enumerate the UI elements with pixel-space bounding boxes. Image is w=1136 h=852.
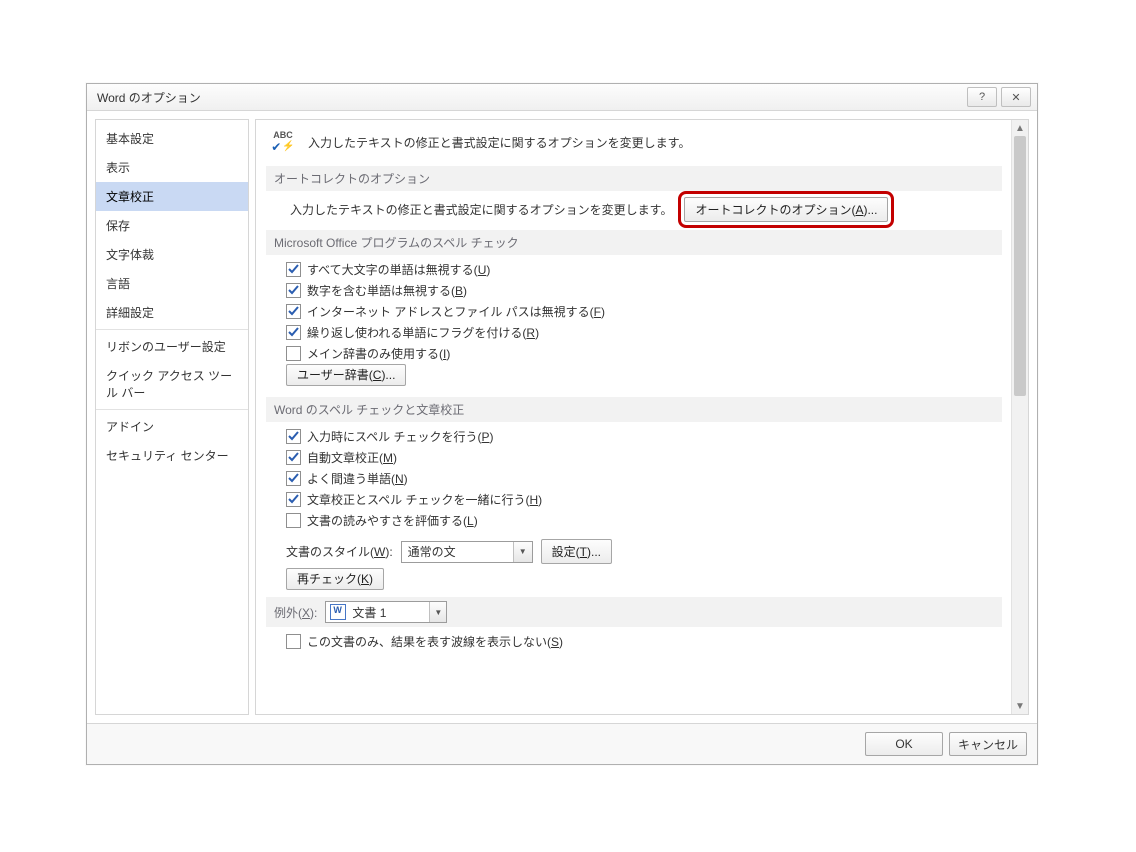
word-options-dialog: Word のオプション ? ✕ 基本設定 表示 文章校正 保存 文字体裁 言語 … [86,83,1038,765]
checkbox-ignore-urls[interactable]: インターネット アドレスとファイル パスは無視する(F) [286,303,1002,320]
checkbox-icon [286,283,301,298]
section-autocorrect-title: オートコレクトのオプション [266,166,1002,191]
vertical-scrollbar[interactable]: ▲ ▼ [1011,120,1028,714]
checkbox-frequently-confused[interactable]: よく間違う単語(N) [286,470,1002,487]
titlebar: Word のオプション ? ✕ [87,84,1037,111]
checkbox-icon [286,492,301,507]
checkbox-icon [286,513,301,528]
sidebar-item-qat[interactable]: クイック アクセス ツール バー [96,361,248,407]
dialog-body: 基本設定 表示 文章校正 保存 文字体裁 言語 詳細設定 リボンのユーザー設定 … [87,111,1037,723]
proofing-icon: ABC ✔ ⚡ [266,128,300,156]
cancel-button[interactable]: キャンセル [949,732,1027,756]
checkbox-icon [286,634,301,649]
scroll-up-icon[interactable]: ▲ [1012,120,1028,136]
page-header-text: 入力したテキストの修正と書式設定に関するオプションを変更します。 [308,128,690,151]
exceptions-document-select[interactable]: 文書 1 ▼ [325,601,447,623]
content-wrapper: ABC ✔ ⚡ 入力したテキストの修正と書式設定に関するオプションを変更します。… [255,119,1029,715]
sidebar-item-basic[interactable]: 基本設定 [96,124,248,153]
sidebar-separator [96,329,248,330]
recheck-button[interactable]: 再チェック(K) [286,568,384,590]
checkbox-check-grammar-with-spelling[interactable]: 文章校正とスペル チェックを一緒に行う(H) [286,491,1002,508]
scroll-down-icon[interactable]: ▼ [1012,698,1028,714]
writing-style-row: 文書のスタイル(W): 通常の文 ▼ 設定(T)... [286,539,1002,564]
section-spellprog-title: Microsoft Office プログラムのスペル チェック [266,230,1002,255]
exceptions-document-value: 文書 1 [346,604,429,621]
bolt-icon: ⚡ [282,142,294,152]
sidebar-item-save[interactable]: 保存 [96,211,248,240]
scroll-thumb[interactable] [1014,136,1026,396]
sidebar-item-addins[interactable]: アドイン [96,412,248,441]
section-wordspell-title: Word のスペル チェックと文章校正 [266,397,1002,422]
proofing-icon-under: ✔ ⚡ [271,141,295,153]
checkbox-icon [286,450,301,465]
content-panel: ABC ✔ ⚡ 入力したテキストの修正と書式設定に関するオプションを変更します。… [256,120,1012,714]
checkbox-main-dict-only[interactable]: メイン辞書のみ使用する(I) [286,345,1002,362]
close-button[interactable]: ✕ [1001,87,1031,107]
sidebar-item-display[interactable]: 表示 [96,153,248,182]
checkbox-icon [286,304,301,319]
custom-dictionaries-button[interactable]: ユーザー辞書(C)... [286,364,406,386]
checkbox-flag-repeated[interactable]: 繰り返し使われる単語にフラグを付ける(R) [286,324,1002,341]
sidebar-item-typography[interactable]: 文字体裁 [96,240,248,269]
settings-button[interactable]: 設定(T)... [541,539,612,564]
help-button[interactable]: ? [967,87,997,107]
checkbox-readability[interactable]: 文書の読みやすさを評価する(L) [286,512,1002,529]
checkbox-icon [286,429,301,444]
sidebar-item-advanced[interactable]: 詳細設定 [96,298,248,327]
checkbox-ignore-numbers[interactable]: 数字を含む単語は無視する(B) [286,282,1002,299]
sidebar-item-trust-center[interactable]: セキュリティ センター [96,441,248,470]
autocorrect-options-button[interactable]: オートコレクトのオプション(A)... [684,197,888,222]
page-header: ABC ✔ ⚡ 入力したテキストの修正と書式設定に関するオプションを変更します。 [266,128,1002,156]
sidebar-item-language[interactable]: 言語 [96,269,248,298]
exceptions-label: 例外(X): [274,604,317,621]
section-exceptions-head: 例外(X): 文書 1 ▼ [266,597,1002,627]
checkbox-icon [286,262,301,277]
checkbox-check-spelling[interactable]: 入力時にスペル チェックを行う(P) [286,428,1002,445]
writing-style-label: 文書のスタイル(W): [286,543,393,560]
chevron-down-icon: ▼ [429,602,446,622]
checkbox-icon [286,471,301,486]
writing-style-select[interactable]: 通常の文 ▼ [401,541,533,563]
autocorrect-desc: 入力したテキストの修正と書式設定に関するオプションを変更します。 [290,201,672,218]
abc-glyph: ABC [273,131,293,140]
word-document-icon [330,604,346,620]
sidebar: 基本設定 表示 文章校正 保存 文字体裁 言語 詳細設定 リボンのユーザー設定 … [95,119,249,715]
dialog-title: Word のオプション [93,89,963,106]
sidebar-item-customize-ribbon[interactable]: リボンのユーザー設定 [96,332,248,361]
dialog-footer: OK キャンセル [87,723,1037,764]
autocorrect-row: 入力したテキストの修正と書式設定に関するオプションを変更します。 オートコレクト… [286,197,1002,222]
checkbox-hide-spelling-errors[interactable]: この文書のみ、結果を表す波線を表示しない(S) [286,633,1002,650]
checkbox-auto-grammar[interactable]: 自動文章校正(M) [286,449,1002,466]
sidebar-item-proofing[interactable]: 文章校正 [96,182,248,211]
sidebar-separator [96,409,248,410]
checkbox-icon [286,325,301,340]
chevron-down-icon: ▼ [513,542,532,562]
check-icon: ✔ [271,141,281,153]
checkbox-ignore-uppercase[interactable]: すべて大文字の単語は無視する(U) [286,261,1002,278]
checkbox-icon [286,346,301,361]
ok-button[interactable]: OK [865,732,943,756]
writing-style-value: 通常の文 [402,543,513,560]
